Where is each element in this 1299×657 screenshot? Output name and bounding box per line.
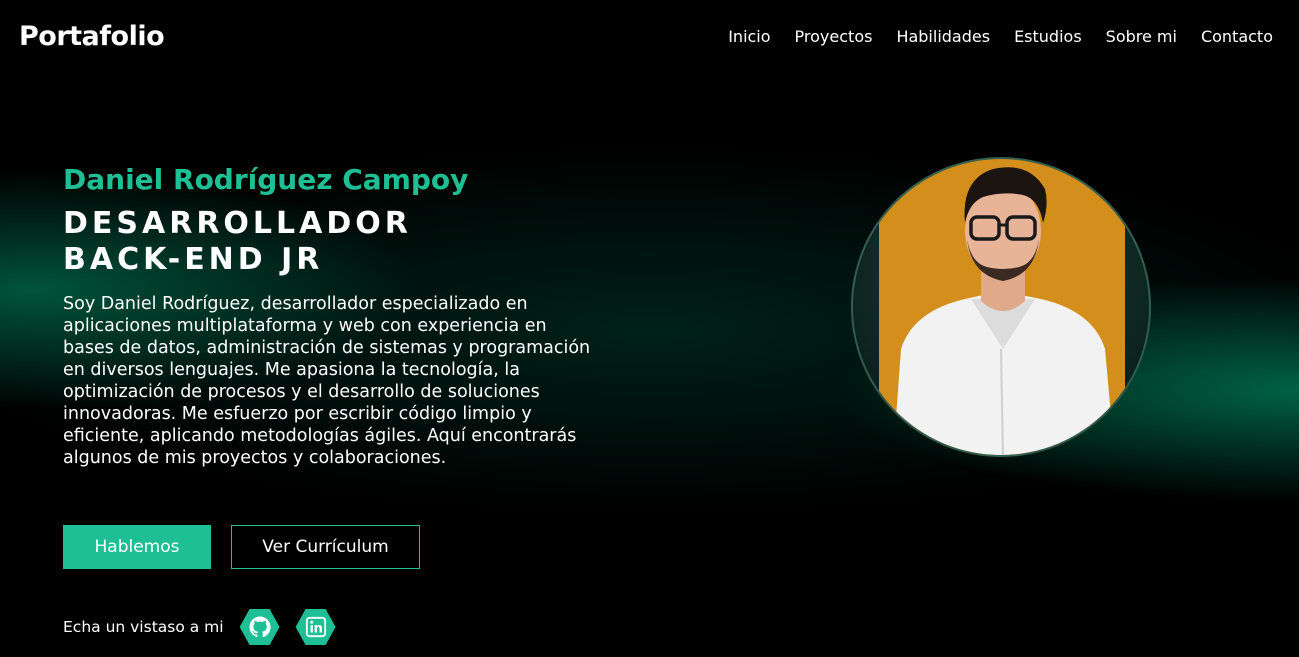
nav-proyectos[interactable]: Proyectos: [795, 27, 873, 46]
hero-role: DESARROLLADOR BACK-END JR: [63, 206, 603, 278]
linkedin-icon[interactable]: [295, 609, 336, 645]
github-icon[interactable]: [239, 609, 280, 645]
main-nav: Inicio Proyectos Habilidades Estudios So…: [728, 27, 1273, 46]
hero-role-line-2: BACK-END JR: [63, 242, 324, 277]
nav-inicio[interactable]: Inicio: [728, 27, 770, 46]
nav-sobre-mi[interactable]: Sobre mi: [1106, 27, 1177, 46]
profile-photo-illustration: [879, 159, 1125, 455]
hero-section: Daniel Rodríguez Campoy DESARROLLADOR BA…: [63, 162, 603, 469]
ver-curriculum-button[interactable]: Ver Currículum: [231, 525, 420, 569]
hero-role-line-1: DESARROLLADOR: [63, 206, 412, 241]
site-logo[interactable]: Portafolio: [19, 21, 165, 52]
hablemos-button[interactable]: Hablemos: [63, 525, 211, 569]
site-header: Portafolio Inicio Proyectos Habilidades …: [0, 0, 1299, 72]
social-label: Echa un vistaso a mi: [63, 618, 224, 636]
hero-bio: Soy Daniel Rodríguez, desarrollador espe…: [63, 294, 591, 468]
nav-contacto[interactable]: Contacto: [1201, 27, 1273, 46]
nav-estudios[interactable]: Estudios: [1014, 27, 1082, 46]
hero-actions: Hablemos Ver Currículum: [63, 525, 420, 569]
profile-photo: [851, 157, 1151, 457]
social-links: Echa un vistaso a mi: [63, 609, 352, 645]
nav-habilidades[interactable]: Habilidades: [896, 27, 990, 46]
hero-name: Daniel Rodríguez Campoy: [63, 163, 469, 196]
